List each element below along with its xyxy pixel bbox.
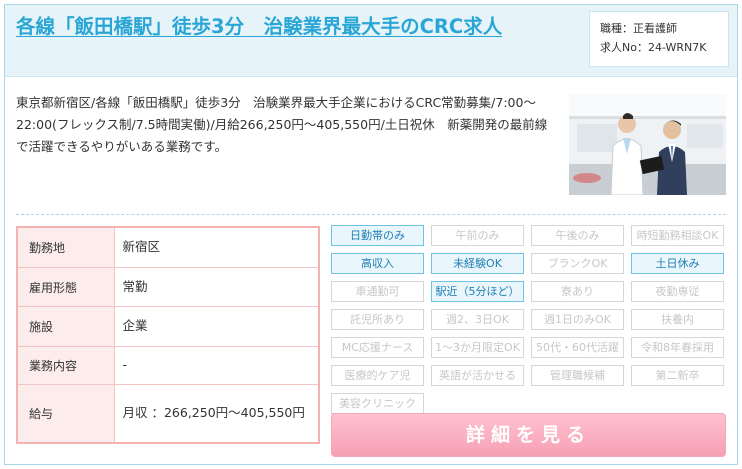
detail-row-facility: 施設 企業 — [16, 306, 320, 347]
tag: 未経験OK — [431, 253, 524, 274]
section-divider — [16, 214, 726, 215]
tag: 美容クリニック — [331, 393, 424, 414]
tag: 高収入 — [331, 253, 424, 274]
job-details-table: 勤務地 新宿区 雇用形態 常勤 施設 企業 業務内容 - 給与 月収 ：266,… — [16, 226, 320, 444]
tag: 令和8年春採用 — [631, 337, 724, 358]
office-meeting-photo — [569, 94, 726, 195]
tag: 日勤帯のみ — [331, 225, 424, 246]
detail-value: - — [113, 345, 320, 385]
tag: 扶養内 — [631, 309, 724, 330]
tag: 第二新卒 — [631, 365, 724, 386]
tag: 寮あり — [531, 281, 624, 302]
detail-row-salary: 給与 月収 ：266,250円〜405,550円 — [16, 383, 320, 444]
tag: 託児所あり — [331, 309, 424, 330]
tag: 駅近（5分ほど） — [431, 281, 524, 302]
tag: 午後のみ — [531, 225, 624, 246]
tag: 管理職候補 — [531, 365, 624, 386]
job-header: 各線「飯田橋駅」徒歩3分 治験業界最大手のCRC求人 職種：正看護師 求人No：… — [5, 5, 737, 77]
tag: 土日休み — [631, 253, 724, 274]
detail-value: 企業 — [113, 306, 320, 347]
job-number: 求人No：24-WRN7K — [600, 41, 707, 54]
detail-row-duties: 業務内容 - — [16, 345, 320, 385]
view-details-button[interactable]: 詳細を見る — [331, 413, 726, 457]
tag: 週2、3日OK — [431, 309, 524, 330]
detail-value: 新宿区 — [113, 226, 320, 268]
detail-label: 勤務地 — [16, 226, 115, 268]
detail-row-employment: 雇用形態 常勤 — [16, 266, 320, 308]
detail-label: 施設 — [16, 306, 115, 347]
job-meta: 職種：正看護師 求人No：24-WRN7K — [589, 11, 729, 67]
tag: 医療的ケア児 — [331, 365, 424, 386]
tag: 夜勤専従 — [631, 281, 724, 302]
job-title-link[interactable]: 各線「飯田橋駅」徒歩3分 治験業界最大手のCRC求人 — [16, 13, 576, 41]
tag: ブランクOK — [531, 253, 624, 274]
tag: 午前のみ — [431, 225, 524, 246]
detail-row-location: 勤務地 新宿区 — [16, 226, 320, 268]
tag: 時短勤務相談OK — [631, 225, 724, 246]
detail-value: 常勤 — [113, 266, 320, 308]
occupation: 職種：正看護師 — [600, 22, 677, 35]
tag: 車通勤可 — [331, 281, 424, 302]
tag: 50代・60代活躍 — [531, 337, 624, 358]
job-description: 東京都新宿区/各線「飯田橋駅」徒歩3分 治験業界最大手企業におけるCRC常勤募集… — [16, 95, 548, 154]
detail-value: 月収 ：266,250円〜405,550円 — [113, 383, 320, 444]
job-card: 各線「飯田橋駅」徒歩3分 治験業界最大手のCRC求人 職種：正看護師 求人No：… — [4, 4, 738, 465]
tag: MC応援ナース — [331, 337, 424, 358]
detail-label: 雇用形態 — [16, 266, 115, 308]
detail-label: 給与 — [16, 383, 115, 444]
detail-label: 業務内容 — [16, 345, 115, 385]
photo-illustration — [569, 94, 726, 195]
tag: 英語が活かせる — [431, 365, 524, 386]
tag: 1〜3か月限定OK — [431, 337, 524, 358]
tag: 週1日のみOK — [531, 309, 624, 330]
